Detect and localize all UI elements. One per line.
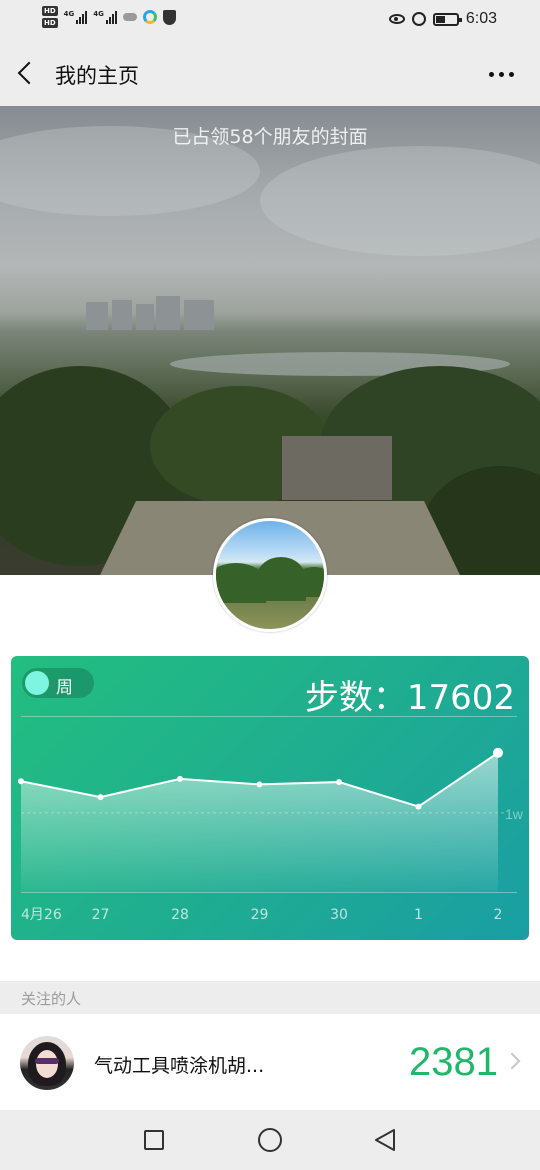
x-tick-label: 2 xyxy=(494,907,503,923)
data-point xyxy=(415,803,422,810)
data-point xyxy=(493,747,503,758)
home-icon[interactable] xyxy=(258,1128,282,1152)
follow-header: 关注的人 xyxy=(0,981,540,1014)
step-card[interactable]: 周 步数：17602 1w 4月26 27 28 29 30 1 2 xyxy=(11,656,529,940)
x-tick-label: 29 xyxy=(251,907,269,923)
status-bar: HD HD 4G 4G 6:03 xyxy=(0,0,540,42)
data-point xyxy=(177,775,183,782)
cloud-icon xyxy=(122,13,137,21)
avatar-glasses xyxy=(35,1058,59,1064)
list-item[interactable]: 气动工具喷涂机胡... 2381 xyxy=(0,1014,540,1110)
hd-label: HD xyxy=(42,6,58,16)
chart-area xyxy=(21,752,498,892)
follow-steps: 2381 xyxy=(409,1040,498,1084)
data-point xyxy=(97,794,104,801)
follow-name: 气动工具喷涂机胡... xyxy=(94,1055,265,1077)
data-point xyxy=(18,778,24,785)
avatar-face xyxy=(36,1050,58,1078)
chevron-right-icon xyxy=(503,1052,521,1070)
app-icon xyxy=(142,10,157,24)
more-icon[interactable] xyxy=(489,72,514,77)
battery-icon xyxy=(432,12,462,26)
building-shape xyxy=(156,296,180,330)
data-point xyxy=(336,779,342,786)
alarm-icon xyxy=(411,12,426,26)
status-right: 6:03 xyxy=(388,10,497,28)
status-time: 6:03 xyxy=(465,10,497,27)
reference-label: 1w xyxy=(505,806,524,822)
avatar-hill xyxy=(294,567,324,597)
building-shape xyxy=(136,304,154,330)
signal-4g-icon-2: 4G xyxy=(93,10,117,24)
cloud-shape xyxy=(260,146,540,256)
system-nav xyxy=(0,1110,540,1170)
signal-4g-icon: 4G xyxy=(64,10,88,24)
x-tick-label: 27 xyxy=(92,907,110,923)
cover-image[interactable]: 已占领58个朋友的封面 xyxy=(0,106,540,575)
shield-icon xyxy=(162,9,176,25)
follow-header-label: 关注的人 xyxy=(21,990,82,1008)
cover-caption: 已占领58个朋友的封面 xyxy=(172,126,368,148)
back-triangle-icon[interactable] xyxy=(374,1128,396,1152)
x-tick-label: 1 xyxy=(414,907,423,923)
square-icon[interactable] xyxy=(144,1130,164,1150)
signal-tag-2: 4G xyxy=(93,10,104,18)
signal-tag: 4G xyxy=(63,10,75,18)
back-icon[interactable] xyxy=(17,61,41,85)
x-tick-label: 28 xyxy=(171,907,189,923)
x-tick-label: 30 xyxy=(330,907,348,923)
page-title: 我的主页 xyxy=(55,64,139,88)
building-shape xyxy=(112,300,132,330)
data-point xyxy=(256,781,263,788)
hd-icon: HD HD xyxy=(42,6,58,28)
building-shape xyxy=(184,300,214,330)
status-left: HD HD 4G 4G xyxy=(42,6,176,28)
building-shape xyxy=(86,302,108,330)
step-chart: 1w 4月26 27 28 29 30 1 2 xyxy=(18,747,524,923)
x-tick-label: 4月26 xyxy=(21,907,62,923)
nav-bar: 我的主页 xyxy=(0,42,540,106)
hd-label-2: HD xyxy=(42,18,58,28)
house-shape xyxy=(282,436,392,500)
follow-avatar[interactable] xyxy=(20,1036,74,1090)
avatar[interactable] xyxy=(213,518,327,632)
eye-icon xyxy=(388,14,405,24)
